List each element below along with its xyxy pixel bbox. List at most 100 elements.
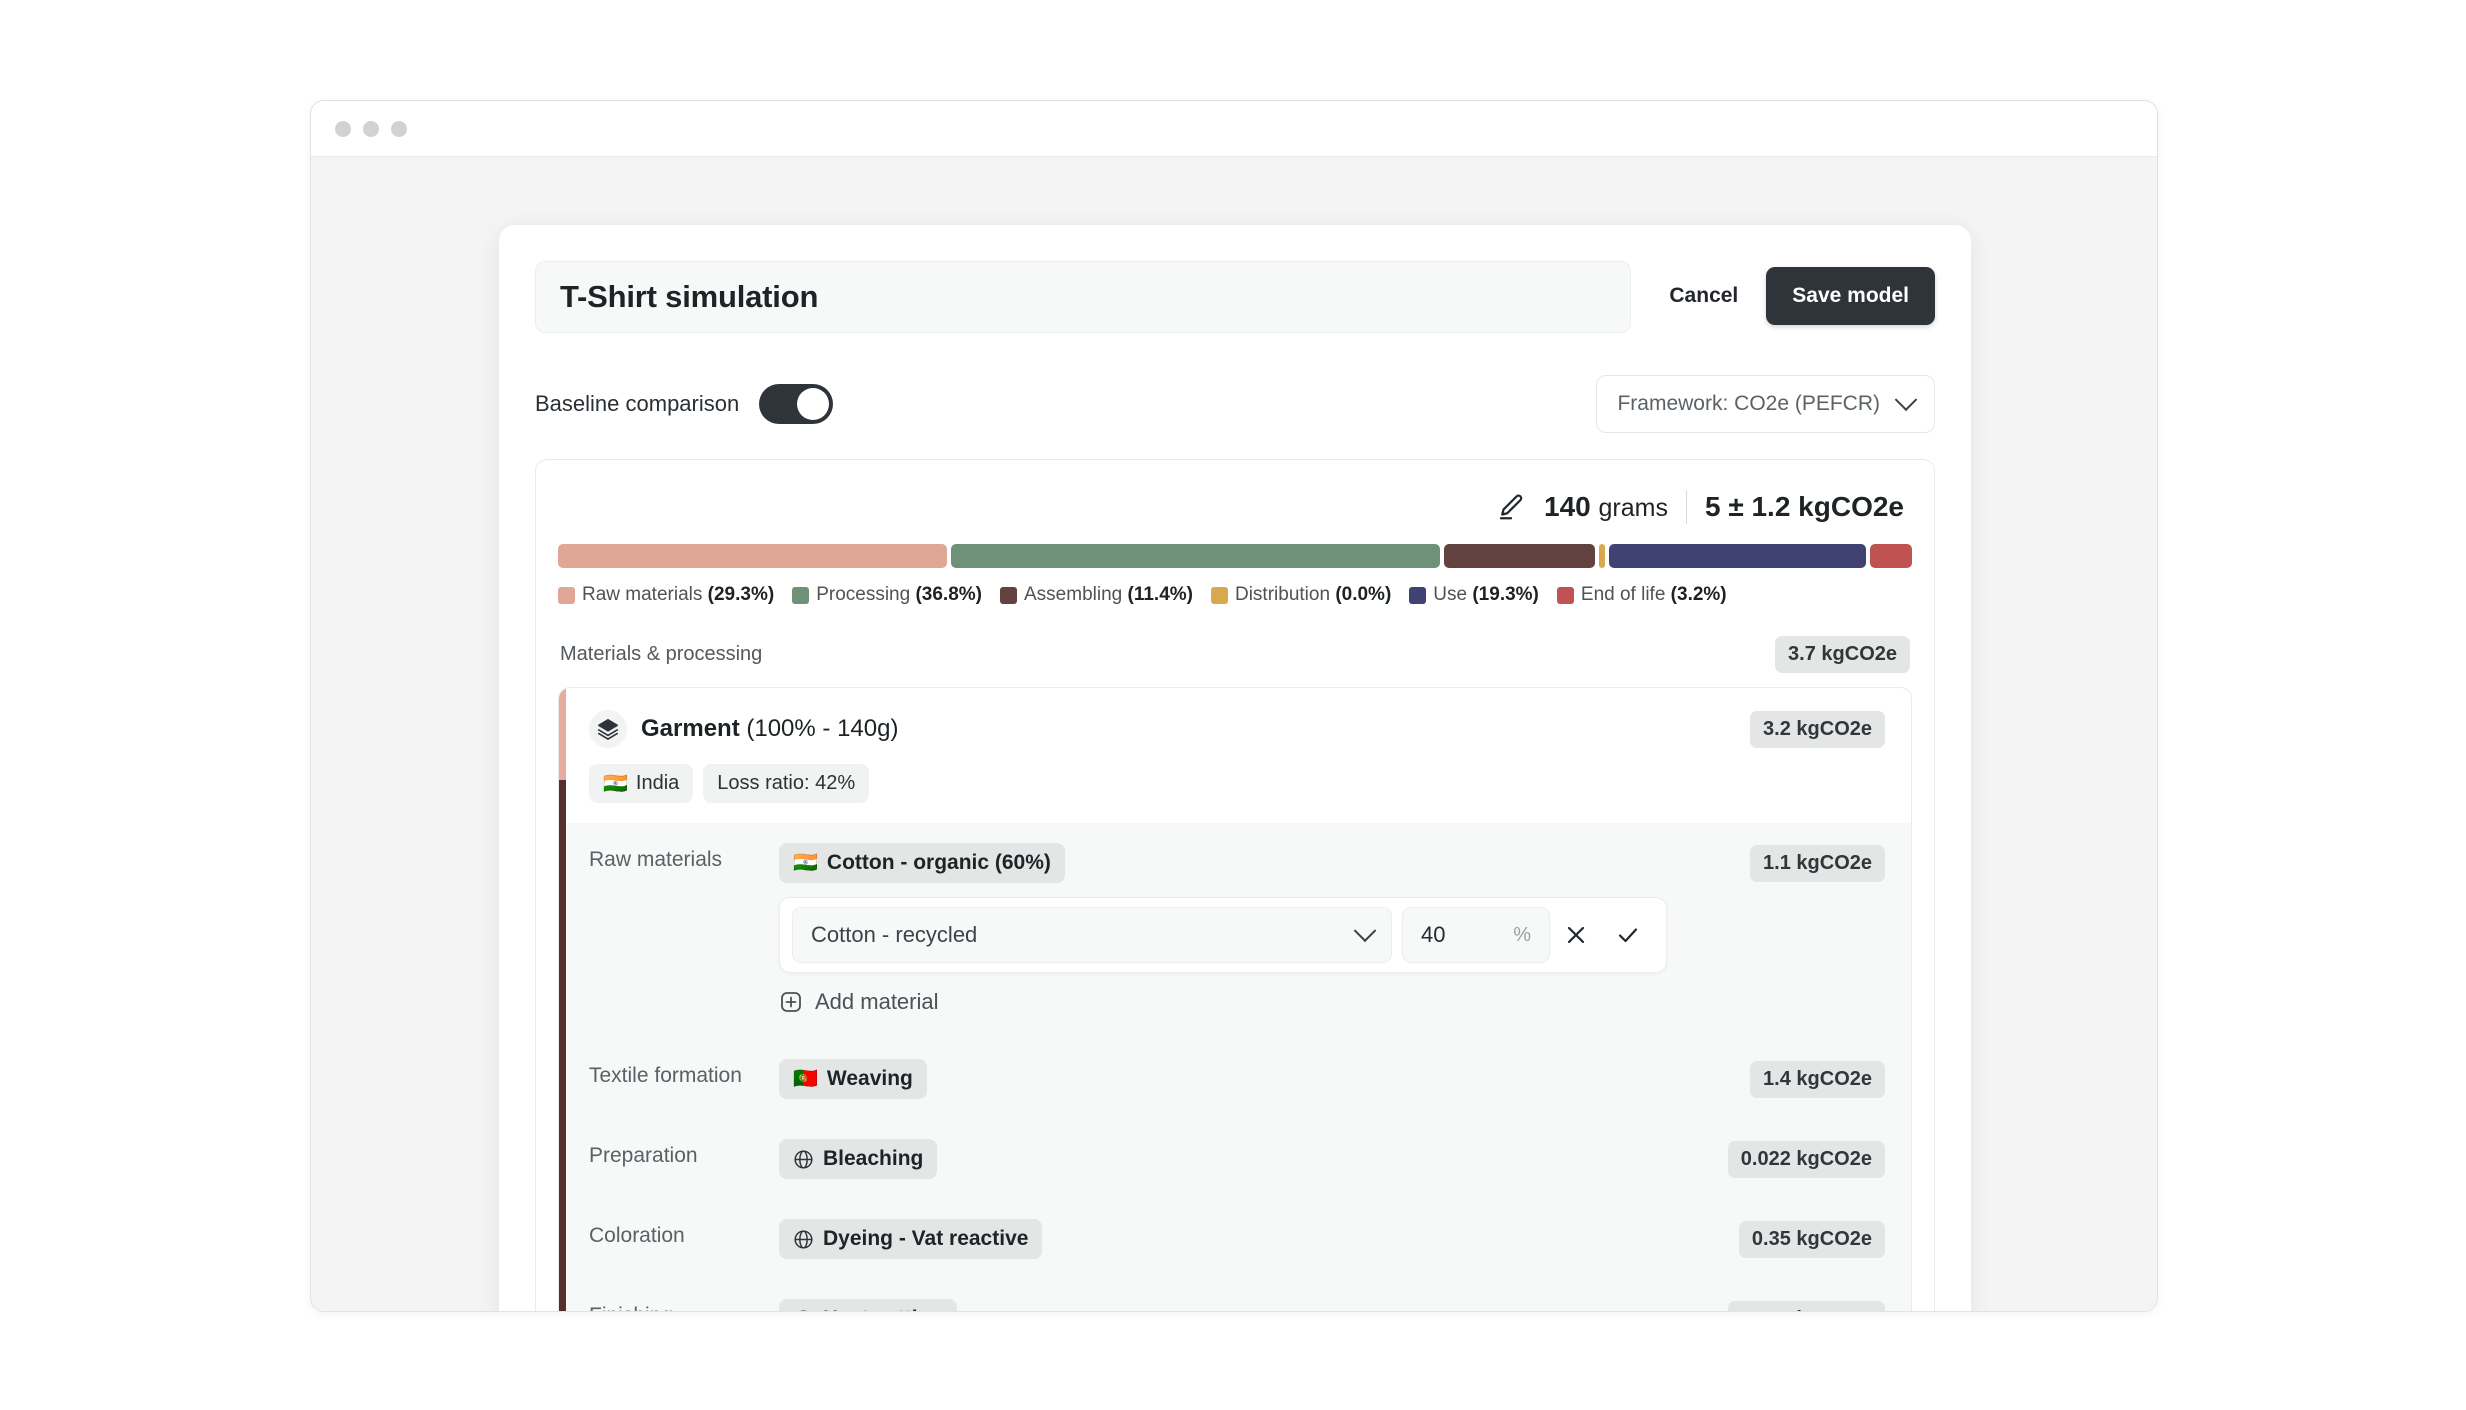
- process-tag[interactable]: 🇵🇹 Weaving: [779, 1059, 927, 1099]
- add-material-label: Add material: [815, 989, 939, 1014]
- process-row: Coloration Dyeing - Vat reactive 0.35 kgCO…: [589, 1199, 1885, 1279]
- legend-label: Processing (36.8%): [816, 584, 982, 605]
- legend-label: Raw materials (29.3%): [582, 584, 775, 605]
- process-tag-label: Heat setting: [823, 1307, 943, 1311]
- legend-item: Distribution (0.0%): [1210, 584, 1392, 606]
- framework-select-label: Framework: CO2e (PEFCR): [1617, 392, 1880, 415]
- metrics-row: 140 grams 5 ± 1.2 kgCO2e: [558, 482, 1912, 544]
- accent-bar-processing: [559, 780, 566, 1311]
- flag-icon: 🇮🇳: [603, 772, 628, 795]
- material-select-value: Cotton - recycled: [811, 922, 978, 947]
- material-select[interactable]: Cotton - recycled: [792, 907, 1392, 963]
- window-minimize-dot[interactable]: [363, 120, 379, 137]
- cancel-button[interactable]: Cancel: [1651, 270, 1756, 322]
- process-tag-label: Bleaching: [823, 1147, 924, 1170]
- window-close-dot[interactable]: [335, 120, 351, 137]
- process-row: Textile formation 🇵🇹 Weaving 1.4 kgCO2e: [589, 1039, 1885, 1119]
- process-tag-label: Weaving: [826, 1067, 913, 1090]
- simulation-editor-card: T-Shirt simulation Cancel Save model Bas…: [499, 225, 1971, 1311]
- materials-processing-section-header: Materials & processing 3.7 kgCO2e: [558, 636, 1912, 673]
- process-value-badge: 0.35 kgCO2e: [1738, 1221, 1885, 1258]
- add-material-button[interactable]: Add material: [779, 989, 939, 1015]
- simulation-title-input[interactable]: T-Shirt simulation: [535, 261, 1632, 333]
- globe-icon: [793, 1309, 814, 1311]
- edit-pencil-icon[interactable]: [1496, 492, 1526, 522]
- globe-icon: [793, 1229, 814, 1250]
- layers-icon: [589, 710, 627, 748]
- legend-swatch: [558, 586, 575, 604]
- framework-select[interactable]: Framework: CO2e (PEFCR): [1596, 375, 1935, 433]
- confirm-material-button[interactable]: [1602, 909, 1654, 961]
- process-rows: Raw materials 🇮🇳 Cotton - organic (60%) Cot…: [559, 823, 1911, 1311]
- weight-value: 140: [1544, 491, 1591, 522]
- flag-india: 🇮🇳: [793, 852, 818, 874]
- material-percent-input[interactable]: 40%: [1402, 907, 1550, 963]
- process-row-main: 🇮🇳 Cotton - organic (60%) Cotton - recycle…: [779, 843, 1695, 1019]
- process-tag[interactable]: Heat setting: [779, 1299, 958, 1311]
- page-title: T-Shirt simulation: [560, 279, 819, 314]
- garment-chip[interactable]: 🇮🇳 India: [589, 764, 694, 803]
- impact-stacked-bar: [558, 544, 1912, 568]
- header-actions: Cancel Save model: [1651, 261, 1935, 325]
- legend-item: Raw materials (29.3%): [558, 584, 774, 606]
- process-row-main: Bleaching: [779, 1139, 1695, 1179]
- legend-item: End of life (3.2%): [1556, 584, 1727, 606]
- process-row: Preparation Bleaching 0.022 kgCO2e: [589, 1119, 1885, 1199]
- section-value-badge: 3.7 kgCO2e: [1775, 636, 1910, 673]
- garment-detail-text: (100% - 140g): [739, 715, 899, 742]
- process-value-badge: 0.052 kgCO2e: [1727, 1301, 1885, 1311]
- impact-metric: 5 ± 1.2 kgCO2e: [1704, 491, 1904, 522]
- flag-portugal: 🇵🇹: [793, 1068, 818, 1090]
- weight-unit: grams: [1598, 494, 1668, 522]
- process-tag[interactable]: Dyeing - Vat reactive: [779, 1219, 1043, 1259]
- results-panel: 140 grams 5 ± 1.2 kgCO2e Raw materials (…: [535, 459, 1935, 1311]
- chip-label: India: [635, 772, 680, 794]
- browser-window: T-Shirt simulation Cancel Save model Bas…: [310, 100, 2158, 1312]
- browser-titlebar: [311, 101, 2157, 157]
- legend-label: Use (19.3%): [1433, 584, 1539, 605]
- bar-segment: [951, 544, 1440, 568]
- chevron-down-icon: [1894, 388, 1918, 412]
- process-row-main: 🇵🇹 Weaving: [779, 1059, 1695, 1099]
- cancel-material-button[interactable]: [1550, 909, 1602, 961]
- process-value-badge: 0.022 kgCO2e: [1727, 1141, 1885, 1178]
- window-maximize-dot[interactable]: [391, 120, 407, 137]
- bar-segment: [1609, 544, 1866, 568]
- process-row-main: Heat setting: [779, 1299, 1695, 1311]
- process-row-value: 1.1 kgCO2e: [1695, 843, 1885, 882]
- legend-item: Processing (36.8%): [792, 584, 982, 606]
- percent-unit: %: [1513, 923, 1531, 946]
- process-tag[interactable]: Bleaching: [779, 1139, 938, 1179]
- process-row-label: Raw materials: [589, 848, 723, 871]
- impact-legend: Raw materials (29.3%) Processing (36.8%) A…: [558, 584, 1912, 606]
- garment-card: Garment (100% - 140g) 3.2 kgCO2e 🇮🇳 India…: [558, 687, 1912, 1311]
- process-tag[interactable]: 🇮🇳 Cotton - organic (60%): [779, 843, 1065, 883]
- process-row-label: Finishing: [589, 1299, 779, 1311]
- garment-chip[interactable]: Loss ratio: 42%: [703, 764, 870, 803]
- process-value-badge: 1.1 kgCO2e: [1750, 845, 1885, 882]
- bar-segment: [1869, 544, 1912, 568]
- process-row-value: 0.022 kgCO2e: [1695, 1139, 1885, 1178]
- legend-swatch: [1556, 586, 1574, 604]
- process-row-value: 1.4 kgCO2e: [1695, 1059, 1885, 1098]
- save-model-button[interactable]: Save model: [1766, 267, 1935, 325]
- accent-bar-raw-materials: [559, 688, 566, 780]
- garment-header: Garment (100% - 140g) 3.2 kgCO2e 🇮🇳 India…: [559, 688, 1911, 823]
- legend-swatch: [792, 586, 810, 604]
- bar-segment: [1599, 544, 1606, 568]
- process-row-value: 0.35 kgCO2e: [1695, 1219, 1885, 1258]
- chip-label: Loss ratio: 42%: [717, 772, 856, 794]
- controls-row: Baseline comparison Framework: CO2e (PEF…: [535, 375, 1935, 433]
- legend-swatch: [1000, 586, 1017, 604]
- section-label: Materials & processing: [560, 643, 763, 665]
- toggle-knob: [797, 388, 830, 420]
- garment-value-badge: 3.2 kgCO2e: [1750, 710, 1885, 748]
- legend-item: Assembling (11.4%): [1000, 584, 1193, 606]
- legend-label: Distribution (0.0%): [1234, 584, 1392, 605]
- legend-item: Use (19.3%): [1409, 584, 1539, 606]
- bar-segment: [1443, 544, 1596, 568]
- globe-icon: [793, 1149, 814, 1170]
- process-tag-label: Dyeing - Vat reactive: [823, 1227, 1029, 1250]
- material-editor: Cotton - recycled 40%: [779, 897, 1667, 973]
- baseline-comparison-toggle[interactable]: [759, 384, 834, 424]
